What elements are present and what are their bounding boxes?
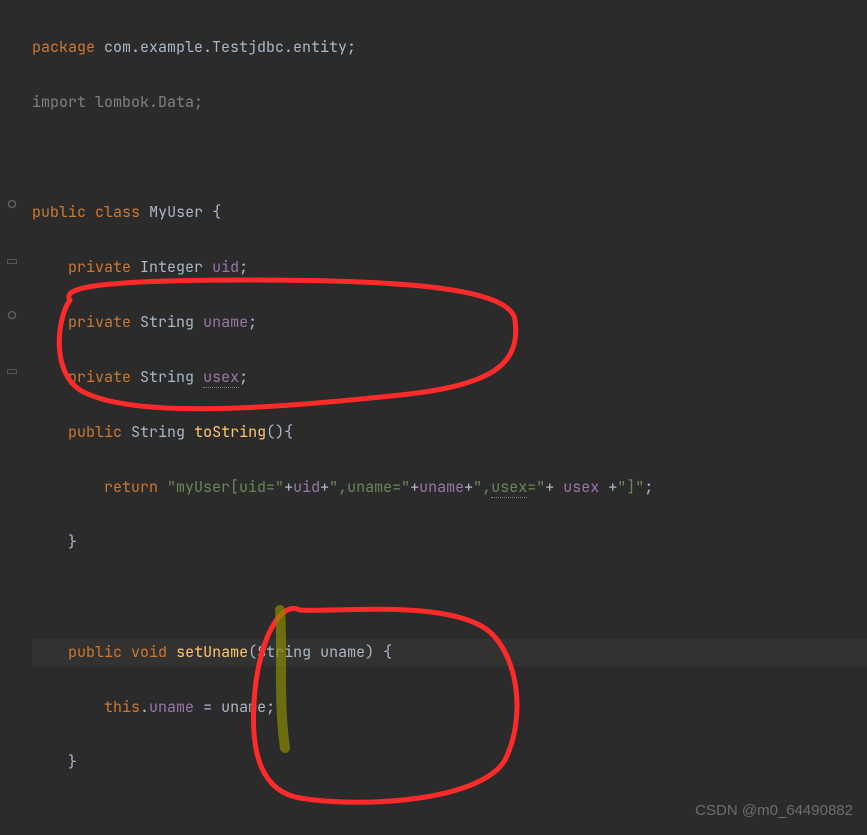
semicolon: ; xyxy=(347,37,356,57)
keyword: public xyxy=(68,422,122,442)
text: = uname xyxy=(194,697,266,717)
code-editor[interactable]: ⭘ ▭ ⭘ ▭ package com.example.Testjdbc.ent… xyxy=(0,0,867,835)
signature: (String uname) { xyxy=(248,642,392,662)
package-name: com.example.Testjdbc.entity xyxy=(104,37,347,57)
fold-icon[interactable]: ▭ xyxy=(4,363,20,379)
class-name: MyUser xyxy=(149,202,203,222)
fold-icon[interactable]: ▭ xyxy=(4,253,20,269)
keyword: import xyxy=(32,92,86,112)
keyword: public xyxy=(32,202,86,222)
semicolon: ; xyxy=(239,367,248,387)
semicolon: ; xyxy=(239,257,248,277)
type: String xyxy=(131,422,185,442)
string: "]" xyxy=(617,477,644,497)
field-ref: uname xyxy=(419,477,464,497)
import-name: lombok.Data xyxy=(95,92,194,112)
keyword: this xyxy=(104,697,140,717)
op: + xyxy=(410,477,419,497)
keyword: void xyxy=(131,642,167,662)
keyword: private xyxy=(68,367,131,387)
method-name: toString xyxy=(194,422,266,442)
keyword: return xyxy=(104,477,158,497)
string: =" xyxy=(527,477,545,497)
brace: } xyxy=(68,752,77,772)
type: String xyxy=(140,312,194,332)
brace: } xyxy=(68,532,77,552)
string: ", xyxy=(473,477,491,497)
override-icon[interactable]: ⭘ xyxy=(4,196,20,212)
string: "myUser[uid=" xyxy=(167,477,284,497)
semicolon: ; xyxy=(248,312,257,332)
field-ref: usex xyxy=(563,477,599,497)
editor-gutter: ⭘ ▭ ⭘ ▭ xyxy=(0,0,26,835)
method-name: setUname xyxy=(176,642,248,662)
keyword: public xyxy=(68,642,122,662)
brace: { xyxy=(212,202,221,222)
type: Integer xyxy=(140,257,203,277)
field-ref: uname xyxy=(149,697,194,717)
field: uid xyxy=(212,257,239,277)
field-ref: uid xyxy=(293,477,320,497)
override-icon[interactable]: ⭘ xyxy=(4,307,20,323)
semicolon: ; xyxy=(644,477,653,497)
keyword: package xyxy=(32,37,95,57)
op: + xyxy=(608,477,617,497)
string: usex xyxy=(491,477,527,498)
dot: . xyxy=(140,697,149,717)
keyword: class xyxy=(95,202,140,222)
op: + xyxy=(320,477,329,497)
op: + xyxy=(545,477,554,497)
semicolon: ; xyxy=(266,697,275,717)
type: String xyxy=(140,367,194,387)
op: + xyxy=(464,477,473,497)
keyword: private xyxy=(68,312,131,332)
code-area[interactable]: package com.example.Testjdbc.entity; imp… xyxy=(26,0,867,835)
keyword: private xyxy=(68,257,131,277)
string: ",uname=" xyxy=(329,477,410,497)
field: usex xyxy=(203,367,239,388)
semicolon: ; xyxy=(194,92,203,112)
paren: (){ xyxy=(266,422,293,442)
field: uname xyxy=(203,312,248,332)
op: + xyxy=(284,477,293,497)
